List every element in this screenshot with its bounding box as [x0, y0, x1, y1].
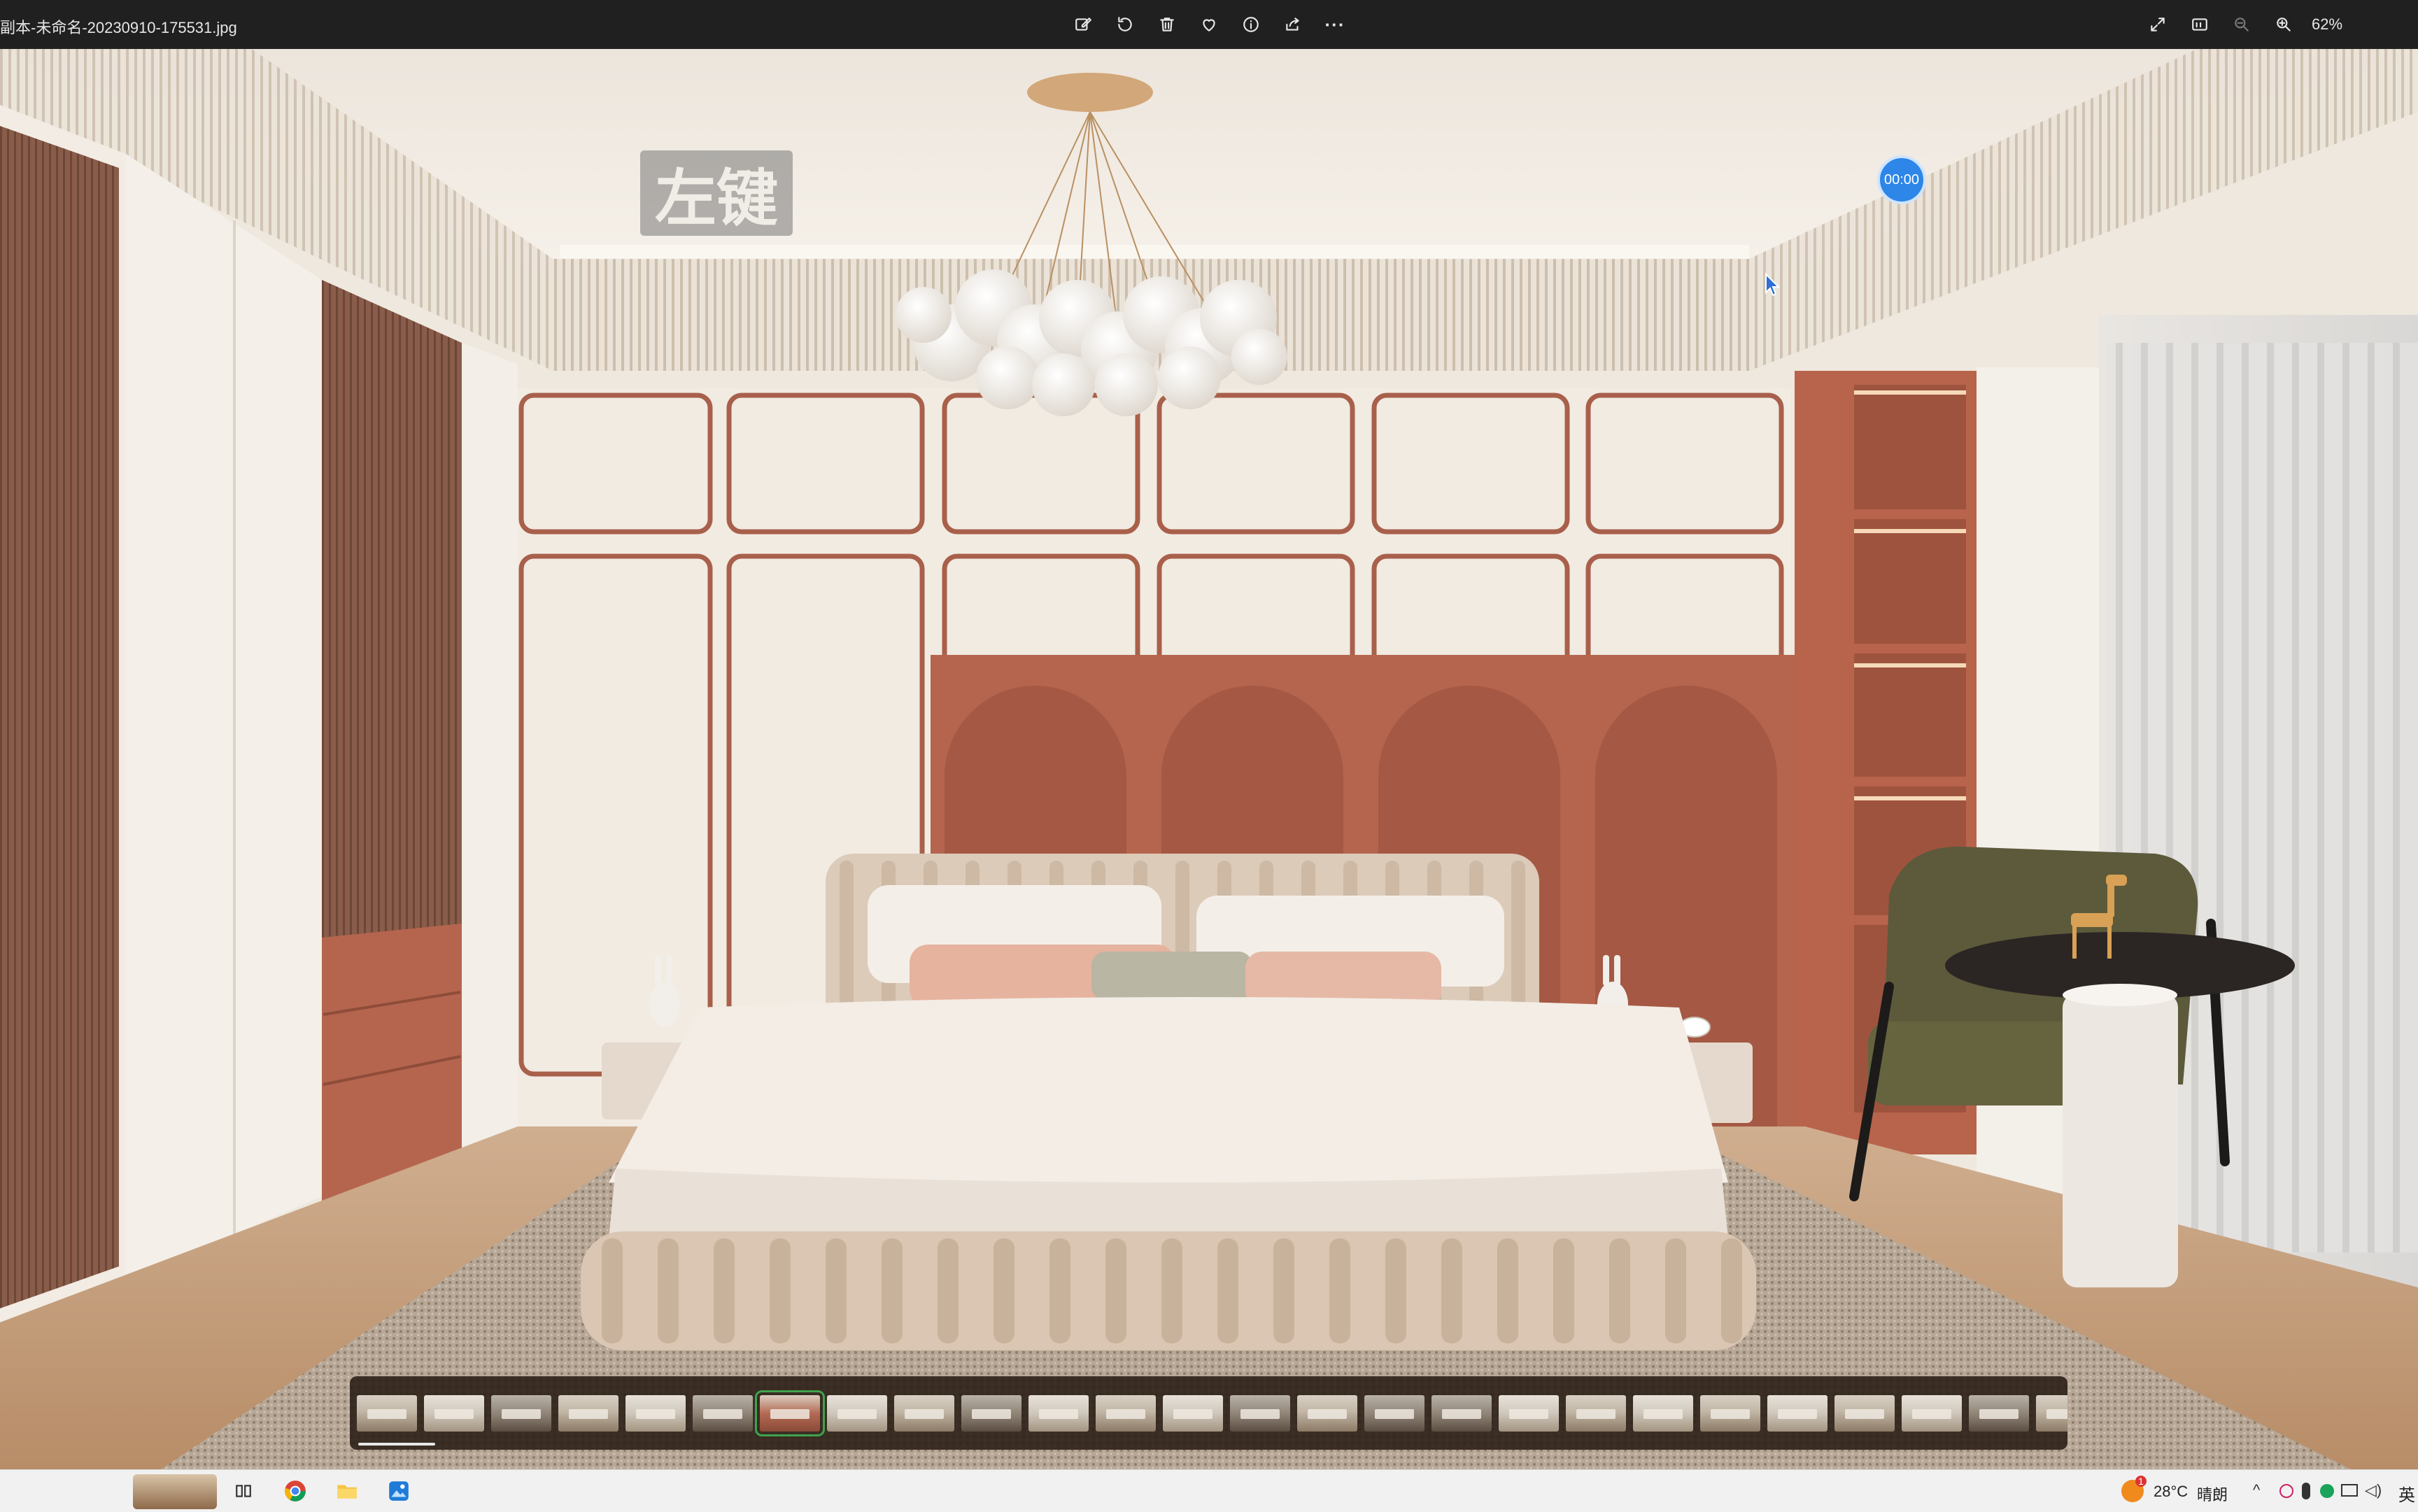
filmstrip-thumbnail[interactable]: [1297, 1394, 1357, 1432]
chrome-icon[interactable]: [280, 1476, 311, 1506]
filmstrip: [350, 1376, 2067, 1450]
microphone-icon[interactable]: [2302, 1483, 2310, 1499]
filmstrip-thumbnail[interactable]: [1969, 1394, 2029, 1432]
file-name: 副本-未命名-20230910-175531.jpg: [0, 19, 237, 36]
mouse-cursor-icon: [1765, 273, 1780, 297]
filmstrip-thumbnail[interactable]: [1902, 1394, 1962, 1432]
tray-overflow-icon[interactable]: ^: [2253, 1481, 2260, 1499]
filmstrip-thumbnail-active[interactable]: [755, 1390, 825, 1436]
filmstrip-thumbnail[interactable]: [625, 1394, 686, 1432]
weather-description[interactable]: 晴朗: [2197, 1483, 2228, 1505]
network-icon[interactable]: [2341, 1484, 2358, 1497]
filmstrip-thumbnail[interactable]: [1364, 1394, 1424, 1432]
filmstrip-thumbnail[interactable]: [1834, 1394, 1895, 1432]
filmstrip-thumbnail[interactable]: [961, 1394, 1021, 1432]
filmstrip-thumbnail[interactable]: [2036, 1394, 2067, 1432]
task-view-icon[interactable]: [228, 1476, 259, 1506]
filmstrip-thumbnail[interactable]: [1499, 1394, 1559, 1432]
taskbar: 1 28°C 晴朗 ^ ◁) 英: [0, 1469, 2418, 1512]
filmstrip-thumbnail[interactable]: [1431, 1394, 1492, 1432]
filmstrip-scroll-indicator: [358, 1443, 435, 1446]
actual-size-icon[interactable]: [2187, 12, 2212, 37]
file-explorer-icon[interactable]: [332, 1476, 362, 1506]
filmstrip-thumbnail[interactable]: [693, 1394, 753, 1432]
edit-icon[interactable]: [1070, 12, 1096, 37]
volume-icon[interactable]: ◁): [2365, 1481, 2382, 1499]
delete-icon[interactable]: [1154, 12, 1180, 37]
filmstrip-thumbnail[interactable]: [1028, 1394, 1089, 1432]
bedroom-photo: [0, 49, 2418, 1469]
photo-thumbnail[interactable]: [133, 1474, 217, 1509]
filmstrip-thumbnail[interactable]: [1163, 1394, 1223, 1432]
filmstrip-thumbnail[interactable]: [1633, 1394, 1693, 1432]
zoom-out-icon[interactable]: [2229, 12, 2254, 37]
filmstrip-thumbnail[interactable]: [357, 1394, 417, 1432]
photos-app-icon[interactable]: [383, 1476, 414, 1506]
more-icon[interactable]: ···: [1322, 12, 1348, 37]
notification-badge: 1: [2135, 1476, 2147, 1487]
fullscreen-icon[interactable]: [2145, 12, 2170, 37]
filmstrip-thumbnail[interactable]: [1230, 1394, 1290, 1432]
filmstrip-thumbnail[interactable]: [894, 1394, 954, 1432]
watermark-label: 左键: [640, 150, 793, 236]
filmstrip-thumbnail[interactable]: [1767, 1394, 1827, 1432]
filmstrip-thumbnail[interactable]: [1700, 1394, 1760, 1432]
weather-temperature[interactable]: 28°C: [2154, 1483, 2188, 1501]
info-icon[interactable]: [1238, 12, 1264, 37]
rotate-icon[interactable]: [1112, 12, 1138, 37]
image-canvas[interactable]: 左键 00:00: [0, 49, 2418, 1469]
favorite-icon[interactable]: [1196, 12, 1222, 37]
filmstrip-thumbnail[interactable]: [558, 1394, 618, 1432]
zoom-in-icon[interactable]: [2271, 12, 2296, 37]
input-language-indicator[interactable]: 英: [2398, 1481, 2415, 1506]
share-icon[interactable]: [1280, 12, 1306, 37]
filmstrip-thumbnail[interactable]: [491, 1394, 551, 1432]
filmstrip-thumbnail[interactable]: [1566, 1394, 1626, 1432]
zoom-level[interactable]: 62%: [2312, 15, 2342, 34]
tray-status-icon[interactable]: [2320, 1484, 2334, 1498]
filmstrip-thumbnail[interactable]: [827, 1394, 887, 1432]
title-bar: 副本-未命名-20230910-175531.jpg ··· 62%: [0, 0, 2418, 49]
filmstrip-thumbnail[interactable]: [1096, 1394, 1156, 1432]
recording-timer[interactable]: 00:00: [1877, 155, 1926, 204]
filmstrip-thumbnail[interactable]: [424, 1394, 484, 1432]
tray-app-icon[interactable]: [2279, 1484, 2293, 1498]
